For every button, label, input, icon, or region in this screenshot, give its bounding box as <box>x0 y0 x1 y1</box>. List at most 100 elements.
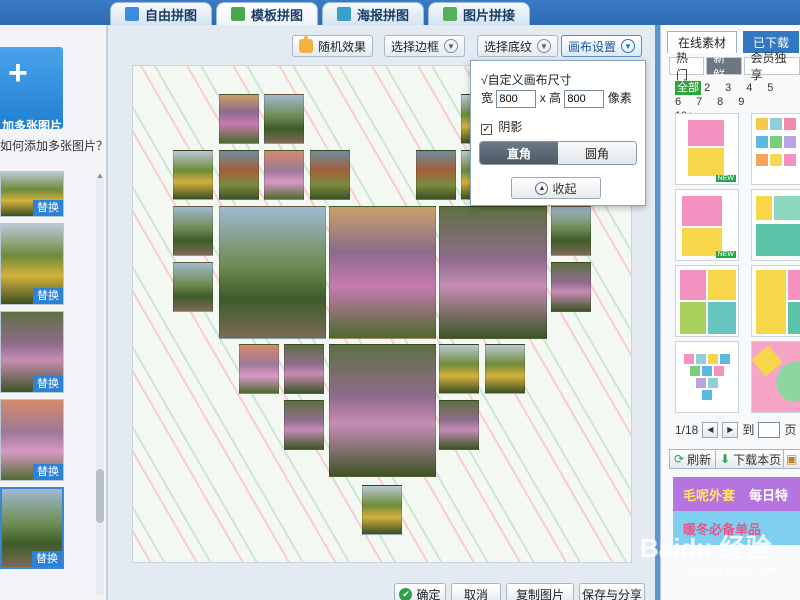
image-thumbnail[interactable]: 替换 <box>0 399 64 481</box>
tab-label: 自由拼图 <box>145 7 198 23</box>
more-button[interactable]: ▣ <box>783 449 800 469</box>
collage-photo[interactable] <box>485 344 525 394</box>
scroll-up-arrow-icon[interactable]: ▲ <box>96 171 104 180</box>
collage-photo[interactable] <box>551 206 591 256</box>
random-effect-button[interactable]: 随机效果 <box>292 35 374 57</box>
new-badge: NEW <box>715 251 736 258</box>
canvas-height-input[interactable] <box>564 90 605 108</box>
collage-photo[interactable] <box>284 344 324 394</box>
count-filter-item[interactable]: 5 <box>767 81 785 95</box>
workspace: 随机效果 选择边框 ▼ 选择底纹 ▼ 画布设置 ▼ √自定义画布尺寸 宽 800… <box>107 25 655 600</box>
help-link[interactable]: 如何添加多张图片？ <box>0 137 108 154</box>
image-thumbnail-list: 替换 替换 替换 替换 替换 <box>0 171 66 591</box>
collage-photo[interactable] <box>264 94 304 144</box>
tab-poster[interactable]: 海报拼图 <box>322 2 425 25</box>
template-thumbnail[interactable] <box>751 265 800 337</box>
template-thumbnail[interactable] <box>751 189 800 261</box>
round-corner-option[interactable]: 圆角 <box>558 142 636 164</box>
cancel-button[interactable]: 取消 <box>451 583 501 600</box>
scrollbar-thumb[interactable] <box>96 469 104 523</box>
collage-photo[interactable] <box>416 150 456 200</box>
collapse-button[interactable]: ▲ 收起 <box>511 177 601 199</box>
confirm-button[interactable]: ✔ 确定 <box>394 583 446 600</box>
add-images-label: 加多张图片 <box>2 119 63 133</box>
refresh-button[interactable]: ⟳ 刷新 <box>669 449 717 469</box>
freeform-icon <box>125 7 139 21</box>
template-thumbnail[interactable] <box>675 265 739 337</box>
template-thumbnail[interactable] <box>675 341 739 413</box>
subtab-new[interactable]: 新鲜 <box>706 51 742 82</box>
shadow-checkbox[interactable]: ✓ <box>481 124 492 135</box>
collage-photo[interactable] <box>239 344 279 394</box>
template-thumbnail[interactable] <box>751 113 800 185</box>
count-filter-item[interactable]: 8 <box>717 95 735 109</box>
new-badge: NEW <box>715 175 736 182</box>
collage-photo[interactable] <box>173 206 213 256</box>
count-filter-item[interactable]: 2 <box>704 81 722 95</box>
collage-photo[interactable] <box>362 485 402 535</box>
ad-banner[interactable]: 毛呢外套 每日特 <box>673 477 800 511</box>
image-thumbnail[interactable]: 替换 <box>0 171 64 217</box>
shadow-row: ✓ 阴影 <box>481 118 522 135</box>
replace-button[interactable]: 替换 <box>33 376 63 392</box>
collage-photo[interactable] <box>284 400 324 450</box>
collage-photo[interactable] <box>219 206 326 339</box>
copy-image-label: 复制图片 <box>515 587 564 600</box>
cancel-label: 取消 <box>463 587 488 600</box>
thumbnail-scrollbar[interactable]: ▲ <box>96 171 104 595</box>
more-icon: ▣ <box>786 452 798 466</box>
image-thumbnail[interactable]: 替换 <box>0 487 64 569</box>
collage-photo[interactable] <box>551 262 591 312</box>
tab-stitch[interactable]: 图片拼接 <box>428 2 531 25</box>
square-corner-option[interactable]: 直角 <box>480 142 558 164</box>
confirm-label: 确定 <box>416 587 441 600</box>
add-multiple-images-button[interactable]: + 加多张图片 <box>0 47 63 133</box>
page-number-input[interactable] <box>758 421 781 438</box>
collage-photo[interactable] <box>310 150 350 200</box>
download-page-button[interactable]: ⬇ 下载本页 <box>715 449 787 469</box>
collage-photo[interactable] <box>329 344 436 477</box>
image-thumbnail[interactable]: 替换 <box>0 311 64 393</box>
canvas-width-input[interactable] <box>496 90 537 108</box>
banner-text: 毛呢外套 <box>683 487 736 503</box>
select-texture-button[interactable]: 选择底纹 ▼ <box>477 35 559 57</box>
count-filter-item[interactable]: 7 <box>696 95 714 109</box>
plus-icon: + <box>8 54 28 92</box>
template-thumbnail[interactable]: NEW <box>675 113 739 185</box>
tab-template[interactable]: 模板拼图 <box>216 2 319 25</box>
template-thumbnail[interactable] <box>751 341 800 413</box>
collage-photo[interactable] <box>329 206 436 339</box>
template-pager: 1/18 ◀ ▶ 到 页 <box>675 421 796 438</box>
copy-image-button[interactable]: 复制图片 <box>506 583 574 600</box>
stitch-icon <box>443 7 458 21</box>
save-share-button[interactable]: 保存与分享 <box>579 583 645 600</box>
replace-button[interactable]: 替换 <box>33 288 63 304</box>
collage-photo[interactable] <box>439 344 479 394</box>
collage-photo[interactable] <box>264 150 304 200</box>
image-thumbnail[interactable]: 替换 <box>0 223 64 305</box>
template-thumbnail[interactable]: NEW <box>675 189 739 261</box>
collage-photo[interactable] <box>173 262 213 312</box>
collage-photo[interactable] <box>219 150 259 200</box>
collage-photo[interactable] <box>219 94 259 144</box>
subtab-member[interactable]: 会员独享 <box>743 51 800 82</box>
collage-photo[interactable] <box>173 150 213 200</box>
template-icon <box>231 7 246 21</box>
replace-button[interactable]: 替换 <box>33 200 63 216</box>
canvas-settings-button[interactable]: 画布设置 ▼ <box>561 35 643 57</box>
next-page-button[interactable]: ▶ <box>722 421 739 438</box>
tab-freeform[interactable]: 自由拼图 <box>110 2 213 25</box>
count-filter-item[interactable]: 6 <box>675 95 693 109</box>
replace-button[interactable]: 替换 <box>32 551 62 567</box>
count-filter-item[interactable]: 3 <box>725 81 743 95</box>
collage-photo[interactable] <box>439 400 479 450</box>
replace-button[interactable]: 替换 <box>33 464 63 480</box>
select-border-button[interactable]: 选择边框 ▼ <box>384 35 466 57</box>
count-filter-item[interactable]: 4 <box>746 81 764 95</box>
count-filter-all[interactable]: 全部 <box>675 81 701 95</box>
subtab-hot[interactable]: 热门 <box>669 51 705 82</box>
collage-photo[interactable] <box>439 206 547 339</box>
count-filter-item[interactable]: 9 <box>738 95 768 109</box>
prev-page-button[interactable]: ◀ <box>702 421 719 438</box>
canvas-settings-popup: √自定义画布尺寸 宽 x 高 像素 ✓ 阴影 直角 圆角 ▲ 收起 <box>470 60 646 206</box>
